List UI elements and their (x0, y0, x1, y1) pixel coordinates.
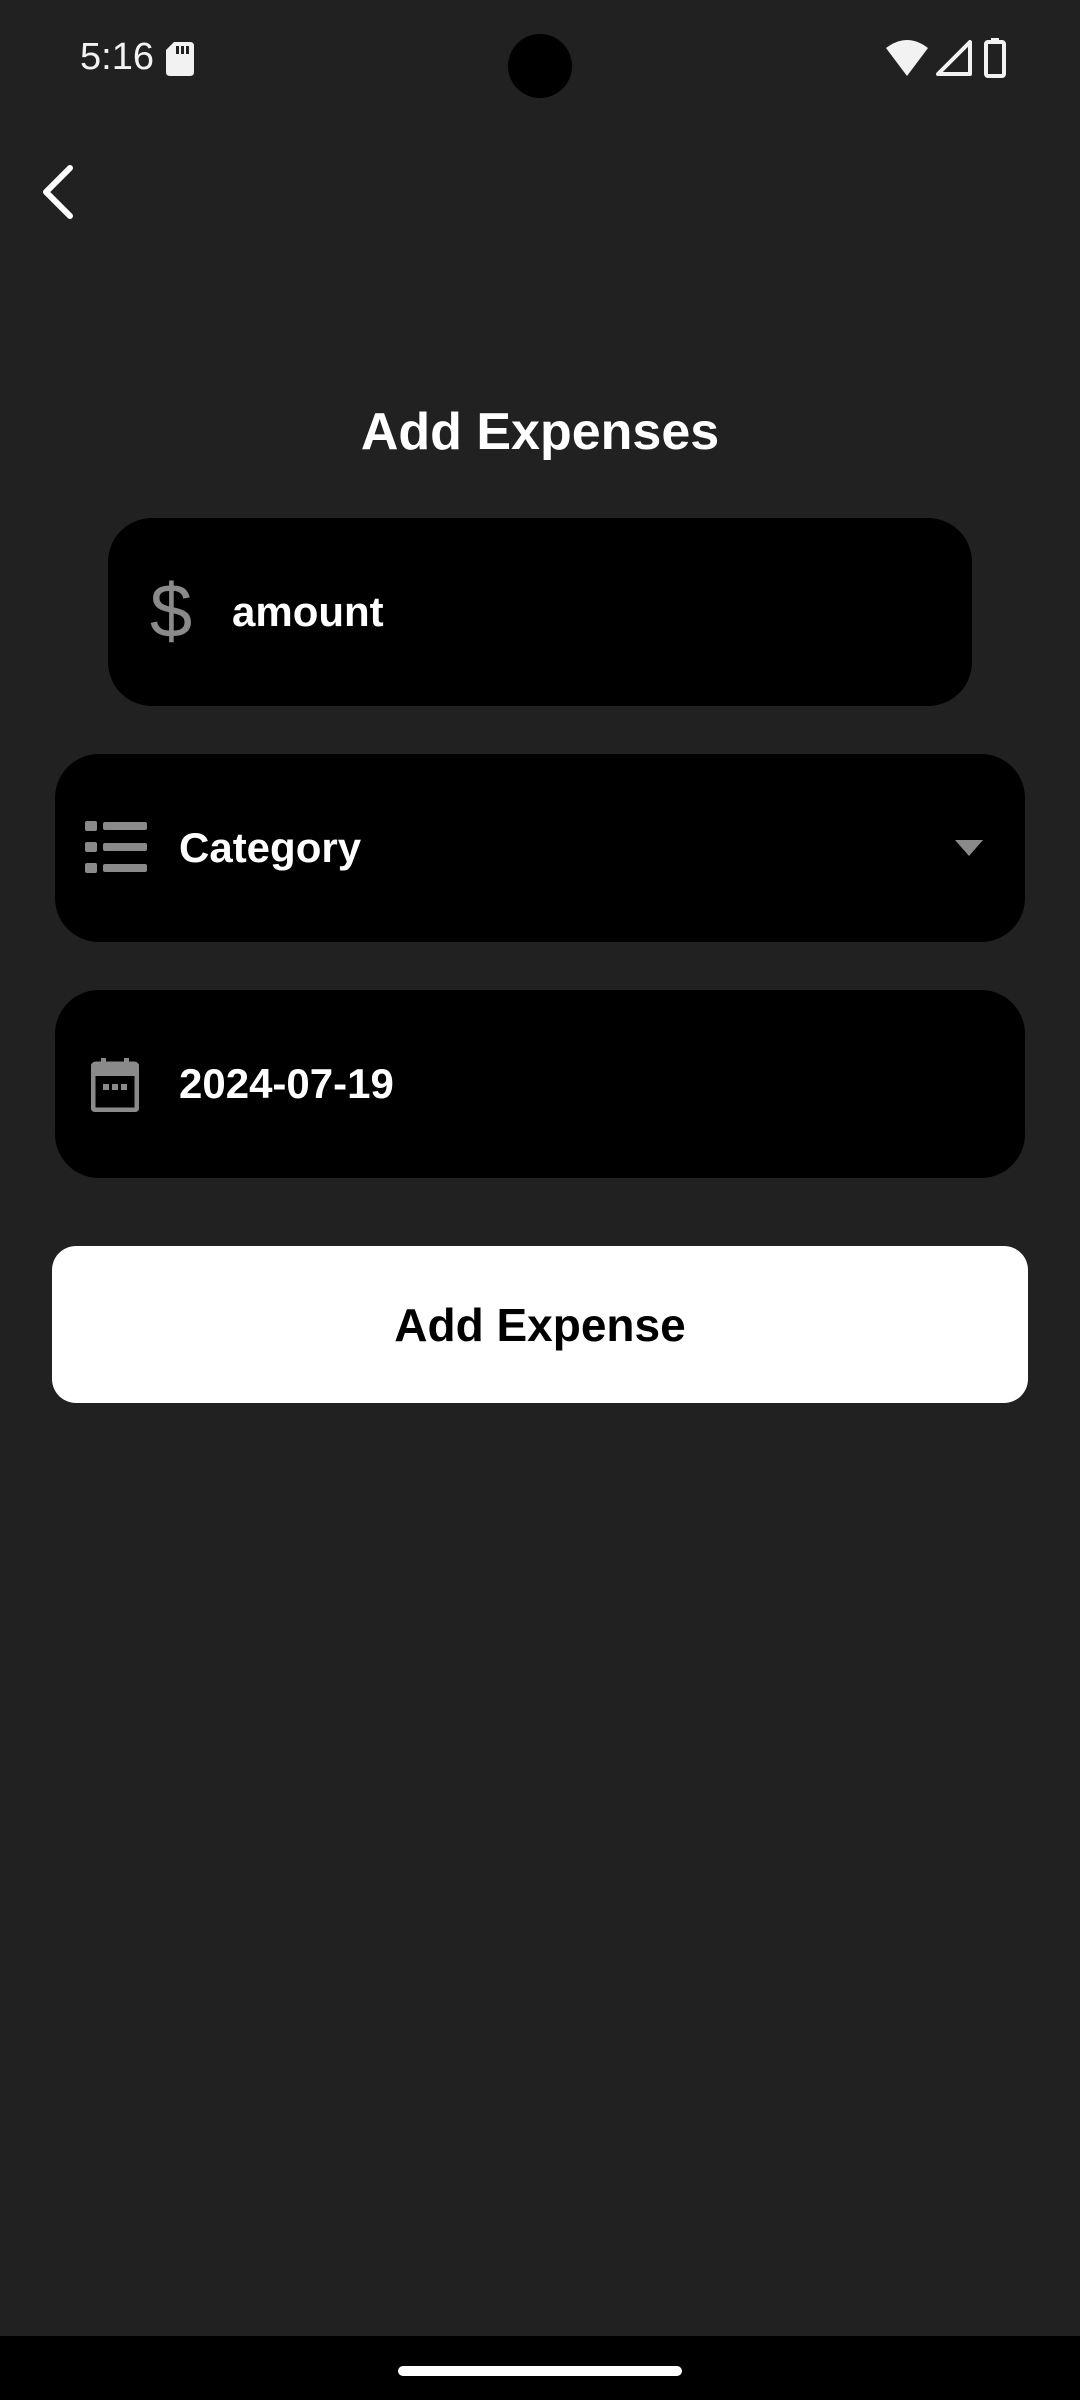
dropdown-arrow-icon (955, 840, 983, 856)
list-icon (85, 821, 147, 873)
signal-icon (936, 40, 972, 76)
category-dropdown[interactable]: Category (55, 754, 1025, 942)
battery-icon (984, 38, 1006, 78)
dollar-icon: $ (149, 569, 193, 654)
amount-field[interactable]: $ amount (108, 518, 972, 706)
status-time: 5:16 (80, 36, 154, 78)
chevron-left-icon (43, 165, 73, 219)
category-label: Category (179, 824, 362, 871)
date-value: 2024-07-19 (179, 1060, 394, 1107)
add-expense-button[interactable]: Add Expense (52, 1246, 1028, 1403)
back-button[interactable] (30, 156, 90, 228)
amount-placeholder: amount (232, 588, 384, 635)
wifi-icon (886, 40, 928, 76)
page-title: Add Expenses (360, 403, 720, 461)
status-bar: 5:16 (0, 0, 1080, 120)
sd-card-icon (166, 42, 194, 76)
home-indicator[interactable] (398, 2366, 682, 2376)
calendar-icon (91, 1058, 139, 1112)
add-expense-label: Add Expense (394, 1298, 686, 1351)
date-field[interactable]: 2024-07-19 (55, 990, 1025, 1178)
front-camera (508, 34, 572, 98)
